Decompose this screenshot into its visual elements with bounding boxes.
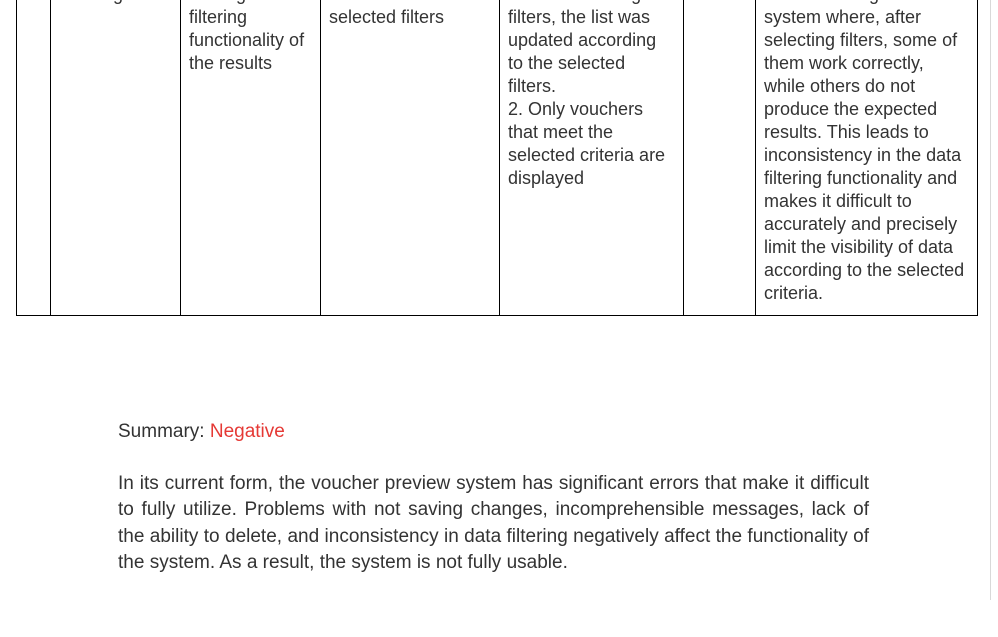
expected-result-line: 2. Only vouchers that meet the selected … — [508, 99, 666, 188]
summary-label: Summary: — [118, 421, 210, 442]
expected-result-line: 1. After selecting the filters, the list… — [508, 0, 671, 96]
description-cell: Testing the filtering functionality of t… — [180, 0, 321, 316]
expected-result-cell: 1. After selecting the filters, the list… — [499, 0, 684, 316]
summary-line: Summary: Negative — [118, 420, 285, 444]
steps-cell: 1.Click on the selected filters — [320, 0, 500, 316]
comment-cell: There is a bug in the system where, afte… — [755, 0, 978, 316]
conclusion-paragraph: In its current form, the voucher preview… — [118, 473, 869, 573]
status-cell: FAIL — [683, 0, 756, 316]
table-row: 5 Filtering Testing the filtering functi… — [16, 0, 978, 316]
test-case-table: 5 Filtering Testing the filtering functi… — [16, 0, 978, 316]
summary-value: Negative — [209, 421, 285, 442]
page-edge-divider — [990, 0, 991, 600]
test-number-cell: 5 — [16, 0, 51, 316]
feature-cell: Filtering — [50, 0, 181, 316]
